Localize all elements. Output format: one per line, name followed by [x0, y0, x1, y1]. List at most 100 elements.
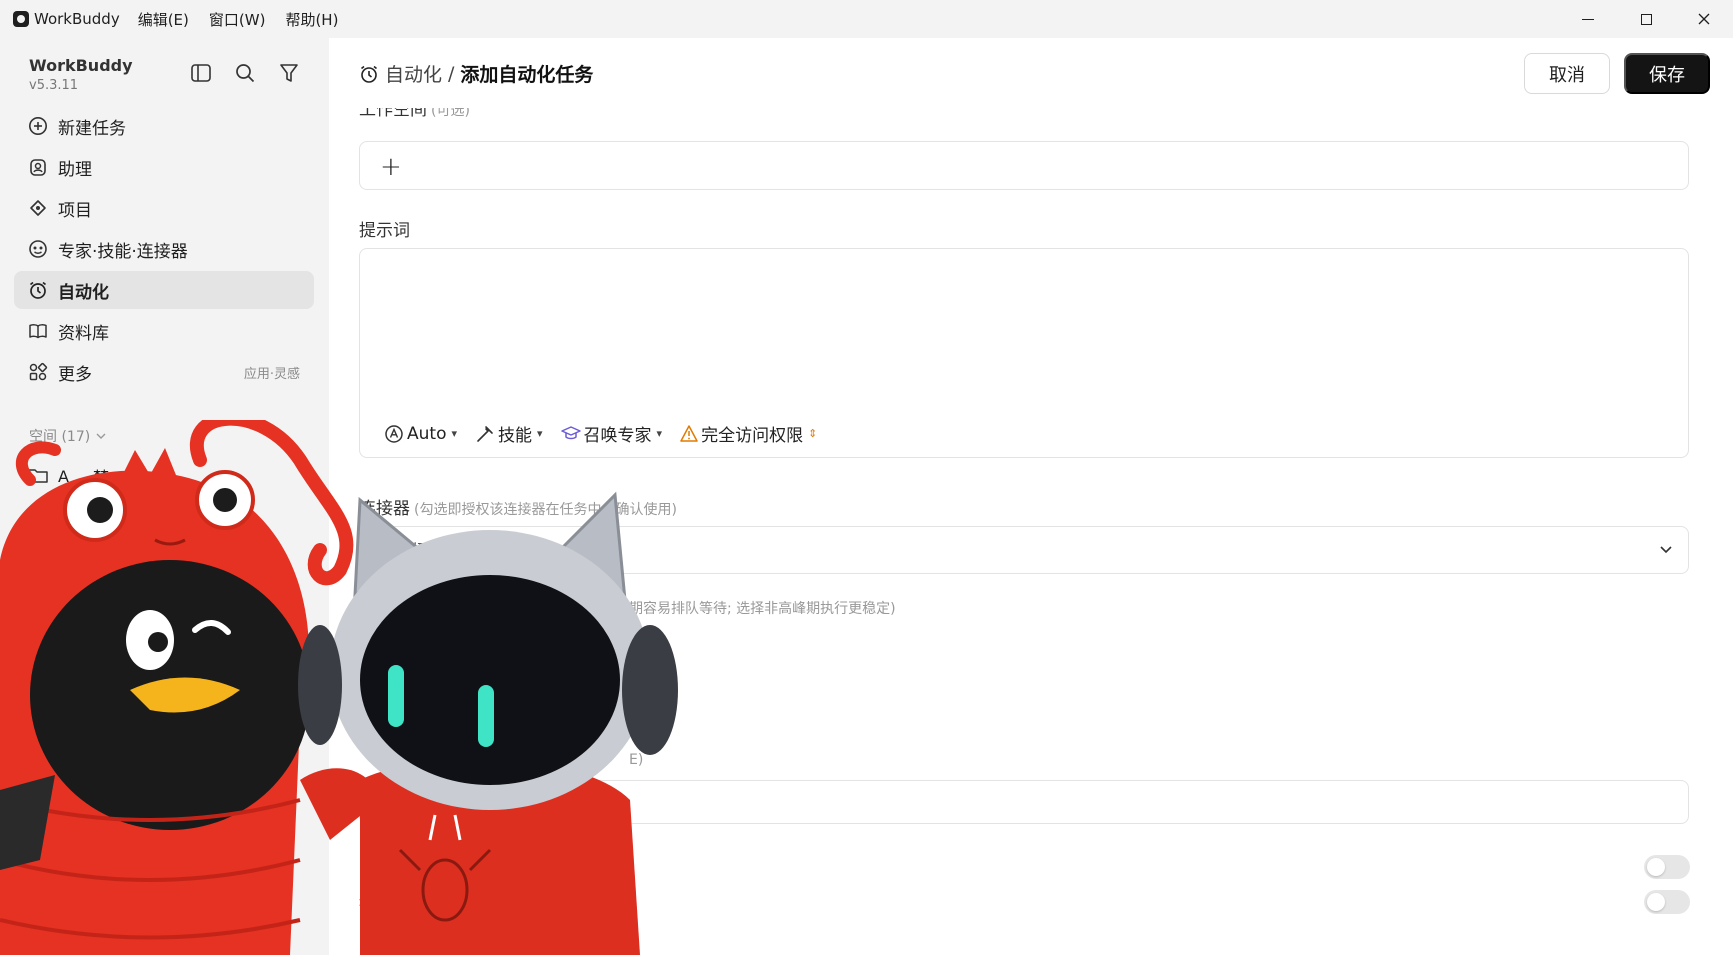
space-section-header[interactable]: 空间 (17) — [29, 426, 106, 446]
filter-button[interactable] — [278, 62, 300, 84]
menu-bar: 编辑(E) 窗口(W) 帮助(H) — [138, 9, 359, 30]
menu-window[interactable]: 窗口(W) — [209, 9, 266, 30]
menu-help[interactable]: 帮助(H) — [285, 9, 338, 30]
graduation-cap-icon — [560, 425, 581, 439]
sidebar-item-label: 更多 — [58, 364, 92, 385]
sidebar-item-experts[interactable]: 专家·技能·连接器 — [14, 230, 314, 268]
sidebar-item-label: 新建任务 — [58, 118, 126, 139]
alarm-clock-icon — [359, 64, 379, 84]
expert-icon — [28, 239, 48, 259]
space-item-label-tail: 梦 — [92, 468, 109, 487]
model-selector[interactable]: Auto ▾ — [384, 424, 457, 444]
sidebar: WorkBuddy v5.3.11 新建任务 助理 项目 专家·技能·连接器 自… — [0, 38, 329, 955]
breadcrumb: 自动化 / 添加自动化任务 — [359, 60, 593, 87]
folder-icon — [28, 469, 48, 483]
model-icon — [385, 424, 403, 443]
close-window-button[interactable] — [1675, 0, 1733, 38]
breadcrumb-separator: / — [448, 62, 455, 85]
minimize-button[interactable] — [1559, 0, 1617, 38]
workspace-label-text: 工作空间 — [359, 108, 427, 120]
menu-edit[interactable]: 编辑(E) — [138, 9, 189, 30]
field-hint-fragment: E) — [629, 752, 644, 768]
more-extra-label: 应用·灵感 — [243, 366, 300, 382]
sidebar-item-automation[interactable]: 自动化 — [14, 271, 314, 309]
connectors-label-text: 连接器 — [359, 499, 410, 519]
space-item-label: A — [58, 466, 69, 486]
add-workspace-icon[interactable]: + — [380, 152, 402, 182]
connectors-label: 连接器 (勾选即授权该连接器在任务中免确认使用) — [359, 494, 677, 519]
skills-selector[interactable]: 技能 ▾ — [475, 421, 543, 446]
sidebar-tools — [190, 62, 300, 84]
chevron-down-icon: ▾ — [451, 427, 458, 440]
access-selector-label: 完全访问权限 — [701, 426, 804, 446]
maximize-button[interactable] — [1617, 0, 1675, 38]
app-logo-icon — [13, 11, 29, 27]
title-bar: WorkBuddy 编辑(E) 窗口(W) 帮助(H) — [0, 0, 1733, 38]
chevron-down-icon: ▾ — [537, 427, 543, 440]
maximize-icon — [1640, 13, 1652, 25]
sidebar-item-label: 资料库 — [58, 323, 109, 344]
window-controls — [1559, 0, 1733, 38]
toggle-switch-2[interactable] — [1644, 890, 1690, 914]
experts-selector-label: 召唤专家 — [583, 426, 652, 446]
search-icon — [236, 64, 255, 83]
skills-selector-label: 技能 — [498, 426, 533, 446]
text-input[interactable] — [359, 780, 1689, 824]
model-selector-label: Auto — [407, 423, 447, 444]
close-icon — [1698, 13, 1710, 25]
alarm-clock-icon — [28, 280, 48, 300]
access-selector[interactable]: 完全访问权限 ⇕ — [680, 421, 817, 446]
connectors-placeholder: 择连接器 — [412, 541, 473, 559]
space-sub-item[interactable]: ... — [235, 506, 249, 524]
chevron-updown-icon: ⇕ — [808, 427, 818, 440]
connectors-select[interactable]: 择连接器 — [359, 526, 1689, 574]
project-icon — [28, 198, 48, 218]
space-header-label: 空间 (17) — [29, 429, 91, 445]
page-header: 自动化 / 添加自动化任务 取消 保存 — [329, 38, 1733, 108]
sidebar-nav: 新建任务 助理 项目 专家·技能·连接器 自动化 资料库 更多 应用·灵感 — [14, 107, 314, 394]
search-button[interactable] — [234, 62, 256, 84]
plus-circle-icon — [28, 116, 48, 136]
cancel-button[interactable]: 取消 — [1524, 53, 1610, 94]
breadcrumb-parent[interactable]: 自动化 — [385, 60, 442, 87]
prompt-label: 提示词 — [359, 221, 410, 241]
toggle-sidebar-button[interactable] — [190, 62, 212, 84]
main-panel: 自动化 / 添加自动化任务 取消 保存 工作空间 (可选) + 提示词 Auto … — [329, 38, 1733, 955]
chevron-down-icon: ▾ — [656, 427, 663, 440]
sidebar-item-library[interactable]: 资料库 — [14, 312, 314, 350]
page-title: 添加自动化任务 — [460, 64, 594, 86]
skills-icon — [477, 425, 493, 442]
sidebar-item-label: 助理 — [58, 159, 92, 180]
sidebar-item-label: 项目 — [58, 200, 92, 221]
space-item[interactable]: A 梦 — [28, 464, 109, 488]
sidebar-item-label: 自动化 — [58, 282, 109, 303]
minimize-icon — [1582, 18, 1594, 20]
workspace-selector[interactable]: + — [359, 141, 1689, 190]
sidebar-item-more[interactable]: 更多 应用·灵感 — [14, 353, 314, 391]
assistant-icon — [28, 157, 48, 177]
option-label-fragment: 推 — [359, 895, 376, 915]
book-icon — [28, 321, 48, 341]
chevron-down-icon — [1660, 546, 1672, 554]
grid-icon — [28, 362, 48, 382]
save-button[interactable]: 保存 — [1624, 53, 1710, 94]
sidebar-item-label: 专家·技能·连接器 — [58, 241, 188, 262]
schedule-hint: 峰期容易排队等待; 选择非高峰期执行更稳定) — [615, 601, 896, 617]
funnel-icon — [280, 64, 298, 82]
toggle-switch-1[interactable] — [1644, 855, 1690, 879]
app-name: WorkBuddy — [34, 10, 120, 28]
sidebar-item-assistant[interactable]: 助理 — [14, 148, 314, 186]
info-icon: i — [615, 861, 629, 875]
sidebar-panel-icon — [191, 64, 211, 82]
sidebar-item-projects[interactable]: 项目 — [14, 189, 314, 227]
workspace-label: 工作空间 (可选) — [359, 108, 470, 122]
brand-version: v5.3.11 — [29, 78, 79, 93]
workspace-hint: (可选) — [431, 108, 470, 119]
connectors-hint: (勾选即授权该连接器在任务中免确认使用) — [414, 502, 677, 518]
prompt-input[interactable]: Auto ▾ 技能 ▾ 召唤专家 ▾ 完全访问权限 ⇕ — [359, 248, 1689, 458]
experts-selector[interactable]: 召唤专家 ▾ — [560, 421, 663, 446]
brand-name: WorkBuddy — [29, 56, 133, 75]
chevron-down-icon — [96, 433, 106, 439]
prompt-toolbar: Auto ▾ 技能 ▾ 召唤专家 ▾ 完全访问权限 ⇕ — [384, 421, 817, 446]
sidebar-item-new-task[interactable]: 新建任务 — [14, 107, 314, 145]
